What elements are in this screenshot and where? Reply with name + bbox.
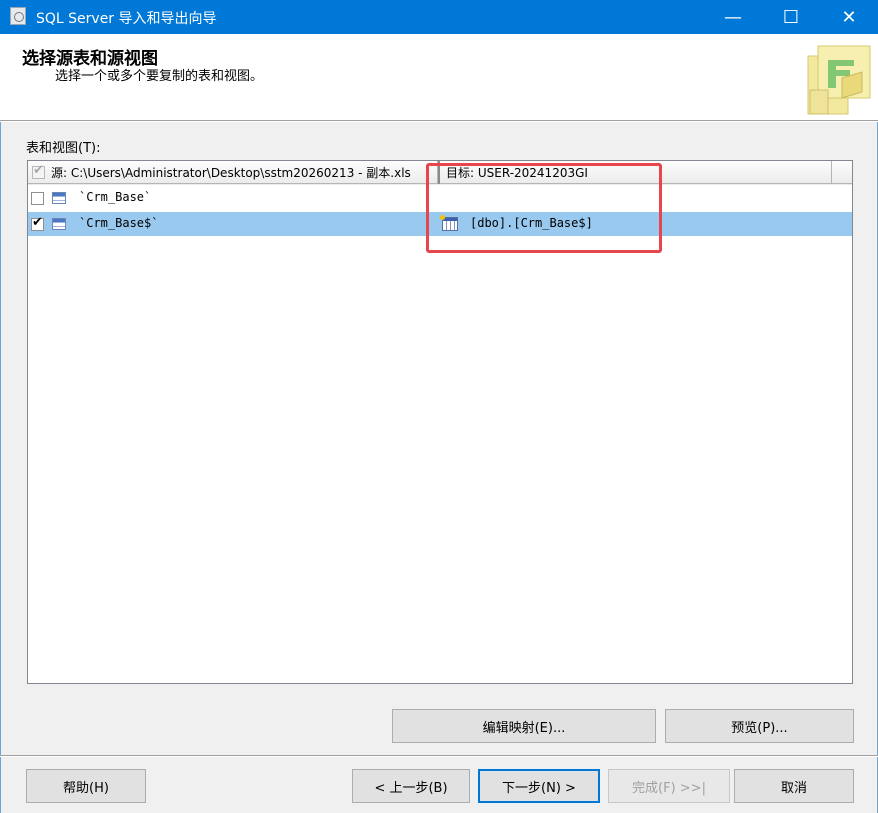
table-icon bbox=[52, 192, 66, 204]
source-column-label: 源: C:\Users\Administrator\Desktop\sstm20… bbox=[51, 165, 411, 180]
table-icon bbox=[52, 218, 66, 230]
cancel-button[interactable]: 取消 bbox=[734, 769, 854, 803]
row-checkbox[interactable]: ✔ bbox=[31, 215, 44, 231]
preview-button[interactable]: 预览(P)... bbox=[665, 709, 854, 743]
column-header-filler bbox=[832, 161, 852, 184]
back-button[interactable]: < 上一步(B) bbox=[352, 769, 470, 803]
tables-views-label: 表和视图(T): bbox=[26, 141, 101, 156]
row-checkbox[interactable] bbox=[31, 192, 44, 205]
app-icon bbox=[10, 7, 26, 25]
check-icon: ✔ bbox=[33, 162, 44, 178]
wizard-header: 选择源表和源视图 选择一个或多个要复制的表和视图。 bbox=[0, 34, 878, 120]
column-header-source[interactable]: ✔ 源: C:\Users\Administrator\Desktop\sstm… bbox=[28, 161, 438, 184]
header-separator-highlight bbox=[0, 121, 878, 122]
next-button[interactable]: 下一步(N) > bbox=[478, 769, 600, 803]
window-title: SQL Server 导入和导出向导 bbox=[36, 11, 217, 27]
page-subtitle: 选择一个或多个要复制的表和视图。 bbox=[55, 69, 264, 84]
wizard-logo-icon bbox=[807, 45, 871, 115]
highlight-annotation bbox=[426, 163, 662, 253]
check-icon: ✔ bbox=[32, 215, 43, 230]
maximize-button[interactable]: ☐ bbox=[762, 0, 820, 34]
close-button[interactable]: ✕ bbox=[820, 0, 878, 34]
title-bar: SQL Server 导入和导出向导 — ☐ ✕ bbox=[0, 0, 878, 34]
footer-separator-highlight bbox=[0, 756, 878, 757]
select-all-checkbox[interactable]: ✔ bbox=[32, 162, 45, 179]
minimize-button[interactable]: — bbox=[704, 0, 762, 34]
help-button[interactable]: 帮助(H) bbox=[26, 769, 146, 803]
finish-button[interactable]: 完成(F) >>| bbox=[608, 769, 730, 803]
window-border-left bbox=[0, 34, 1, 813]
edit-mappings-button[interactable]: 编辑映射(E)... bbox=[392, 709, 656, 743]
source-table-name: `Crm_Base$` bbox=[79, 216, 159, 230]
source-table-name: `Crm_Base` bbox=[79, 190, 152, 204]
